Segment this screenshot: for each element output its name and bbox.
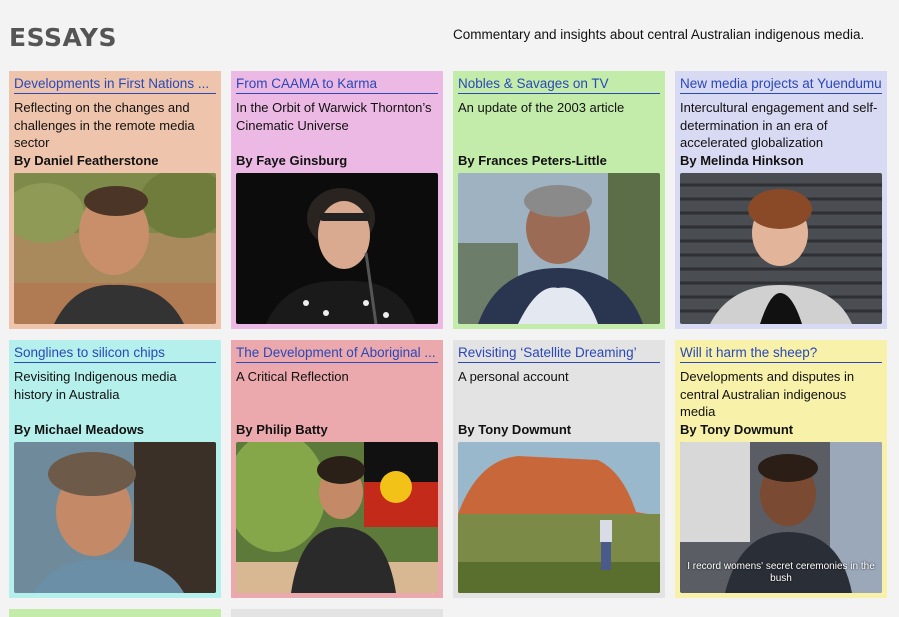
essay-card[interactable]: Revisiting ‘Satellite Dreaming’ A person…: [453, 340, 665, 598]
page-title: ESSAYS: [9, 23, 118, 52]
essay-card[interactable]: The Development of Aboriginal ... A Crit…: [231, 340, 443, 598]
video-caption: I record womens' secret ceremonies in th…: [687, 561, 875, 584]
essay-title-link[interactable]: Nobles & Savages on TV: [458, 76, 660, 94]
essay-card[interactable]: Will it harm the sheep? Developments and…: [675, 340, 887, 598]
essay-description: Revisiting Indigenous media history in A…: [14, 369, 177, 402]
essay-title-link[interactable]: Songlines to silicon chips: [14, 345, 216, 363]
essay-card[interactable]: From CAAMA to Karma In the Orbit of Warw…: [231, 71, 443, 329]
essay-photo[interactable]: [458, 442, 660, 593]
essay-card[interactable]: Songlines to silicon chips Revisiting In…: [9, 340, 221, 598]
essay-author: By Philip Batty: [236, 422, 328, 437]
essay-photo[interactable]: [14, 173, 216, 324]
essay-author: By Michael Meadows: [14, 422, 145, 437]
essay-title-link[interactable]: From CAAMA to Karma: [236, 76, 438, 94]
essay-author: By Faye Ginsburg: [236, 153, 348, 168]
essay-title-link[interactable]: Developments in First Nations ...: [14, 76, 216, 94]
essay-author: By Melinda Hinkson: [680, 153, 804, 168]
essay-description: Developments and disputes in central Aus…: [680, 369, 855, 419]
essay-author: By Tony Dowmunt: [458, 422, 572, 437]
essay-author: By Frances Peters-Little: [458, 153, 607, 168]
essay-title-link[interactable]: Revisiting ‘Satellite Dreaming’: [458, 345, 660, 363]
page-tagline: Commentary and insights about central Au…: [453, 27, 865, 42]
essay-author: By Daniel Featherstone: [14, 153, 159, 168]
essay-photo[interactable]: I record womens' secret ceremonies in th…: [680, 442, 882, 593]
essay-photo[interactable]: [458, 173, 660, 324]
essay-description: Reflecting on the changes and challenges…: [14, 100, 195, 150]
essay-photo[interactable]: [14, 442, 216, 593]
essay-description: A personal account: [458, 369, 569, 384]
essay-photo[interactable]: [236, 442, 438, 593]
essay-title-link[interactable]: Will it harm the sheep?: [680, 345, 882, 363]
essay-photo[interactable]: [236, 173, 438, 324]
essay-title-link[interactable]: The Development of Aboriginal ...: [236, 345, 438, 363]
essay-card[interactable]: Developments in First Nations ... Reflec…: [9, 71, 221, 329]
essay-description: In the Orbit of Warwick Thornton’s Cinem…: [236, 100, 432, 133]
essay-card-partial[interactable]: [231, 609, 443, 617]
essay-description: A Critical Reflection: [236, 369, 349, 384]
essay-card-partial[interactable]: [9, 609, 221, 617]
essay-photo[interactable]: [680, 173, 882, 324]
essay-card[interactable]: Nobles & Savages on TV An update of the …: [453, 71, 665, 329]
essay-description: An update of the 2003 article: [458, 100, 625, 115]
essay-title-link[interactable]: New media projects at Yuendumu: [680, 76, 882, 94]
essay-description: Intercultural engagement and self-determ…: [680, 100, 878, 150]
essay-author: By Tony Dowmunt: [680, 422, 794, 437]
essay-card[interactable]: New media projects at Yuendumu Intercult…: [675, 71, 887, 329]
